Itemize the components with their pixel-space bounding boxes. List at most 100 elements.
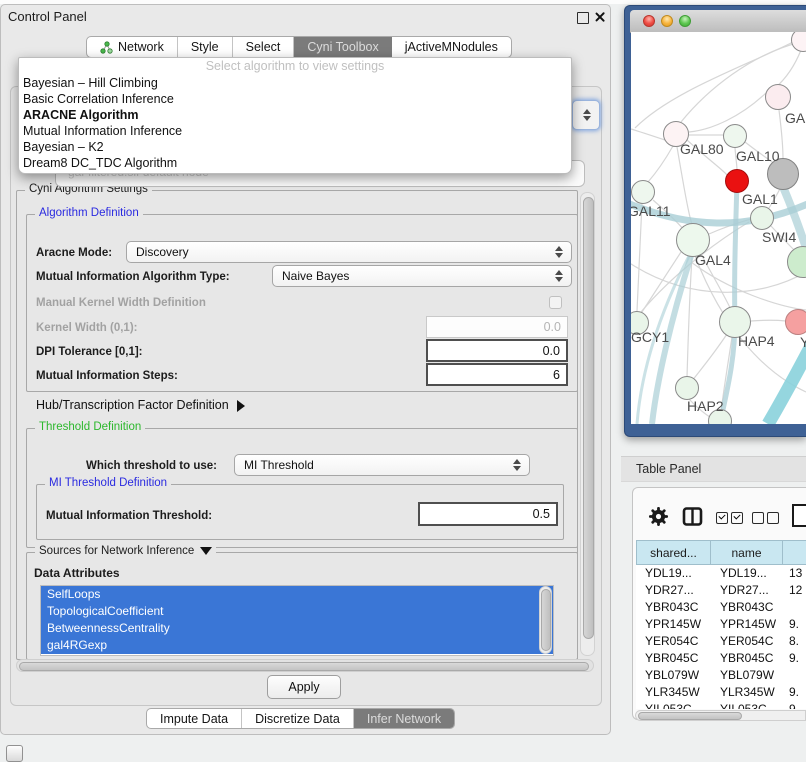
which-threshold-value: MI Threshold (244, 458, 314, 472)
tab-cyni-toolbox[interactable]: Cyni Toolbox (294, 37, 391, 57)
which-threshold-select[interactable]: MI Threshold (234, 454, 530, 476)
attributes-list-scrollbar[interactable] (539, 586, 552, 654)
document-icon-partial[interactable] (792, 504, 806, 527)
cell-shared-name: YLR345W (636, 684, 711, 701)
cell-value: 8. (783, 633, 806, 650)
checked-checkbox-icon-1[interactable] (716, 512, 728, 524)
table-row[interactable]: YBR045CYBR045C9. (636, 650, 806, 667)
algorithm-combobox-arrow-fragment[interactable] (572, 100, 600, 130)
aracne-mode-label: Aracne Mode: (36, 247, 112, 259)
node-salmon[interactable] (785, 309, 806, 335)
network-window-titlebar[interactable] (630, 10, 806, 33)
kernel-width-field[interactable] (426, 316, 568, 338)
checked-checkbox-icon-2[interactable] (731, 512, 743, 524)
mi-algorithm-type-select[interactable]: Naive Bayes (272, 265, 572, 287)
tab-infer-network[interactable]: Infer Network (354, 709, 454, 728)
node-gal11[interactable] (631, 180, 655, 204)
settings-horizontal-scrollbar[interactable] (16, 659, 594, 672)
settings-horizontal-scrollbar-thumb[interactable] (19, 662, 589, 671)
menu-item-dream8[interactable]: Dream8 DC_TDC Algorithm (19, 155, 571, 171)
tab-select[interactable]: Select (233, 37, 295, 57)
collapsed-panel-icon[interactable] (6, 745, 23, 762)
mi-steps-field[interactable] (426, 363, 568, 386)
unchecked-checkbox-icon-1[interactable] (752, 512, 764, 524)
table-horizontal-scrollbar[interactable] (635, 710, 806, 721)
tab-discretize-data[interactable]: Discretize Data (242, 709, 354, 728)
table-row[interactable]: YLR345WYLR345W9. (636, 684, 806, 701)
tab-impute-data-label: Impute Data (160, 712, 228, 726)
cell-name: YBR043C (711, 599, 783, 616)
cell-shared-name: YBR045C (636, 650, 711, 667)
cell-shared-name: YER054C (636, 633, 711, 650)
table-row[interactable]: YPR145WYPR145W9. (636, 616, 806, 633)
combo-arrows-icon (583, 109, 591, 121)
node-label-gal-partial: GAL (785, 110, 806, 126)
column-header-sharedname[interactable]: shared... (636, 540, 711, 565)
table-row[interactable]: YBR043CYBR043C (636, 599, 806, 616)
window-zoom-button[interactable] (679, 15, 691, 27)
data-attributes-label: Data Attributes (34, 566, 120, 580)
tab-jactivemnodules[interactable]: jActiveMNodules (392, 37, 511, 57)
manual-kernel-width-checkbox[interactable] (549, 296, 562, 309)
tab-impute-data[interactable]: Impute Data (147, 709, 242, 728)
tab-style[interactable]: Style (178, 37, 233, 57)
apply-button[interactable]: Apply (267, 675, 341, 699)
table-row[interactable]: YIL053CYIL053C9 (636, 701, 806, 709)
table-row[interactable]: YDL19...YDL19...13 (636, 565, 806, 582)
window-minimize-button[interactable] (661, 15, 673, 27)
settings-vertical-scrollbar-thumb[interactable] (583, 197, 594, 639)
node-label-hap2: HAP2 (687, 398, 724, 414)
node-label-gal11: GAL11 (631, 203, 671, 219)
split-columns-icon[interactable] (682, 506, 703, 527)
table-rows[interactable]: YDL19...YDL19...13 YDR27...YDR27...12 YB… (636, 565, 806, 709)
menu-item-bayesian-hill-climbing[interactable]: Bayesian – Hill Climbing (19, 75, 571, 91)
cell-name: YIL053C (711, 701, 783, 709)
algorithm-dropdown-menu: Select algorithm to view settings Bayesi… (18, 57, 572, 174)
sources-legend[interactable]: Sources for Network Inference (35, 545, 216, 557)
kernel-width-label: Kernel Width (0,1): (36, 322, 137, 334)
cell-shared-name: YBL079W (636, 667, 711, 684)
cell-name: YER054C (711, 633, 783, 650)
node-hap2[interactable] (675, 376, 699, 400)
cell-shared-name: YPR145W (636, 616, 711, 633)
table-row[interactable]: YBL079WYBL079W (636, 667, 806, 684)
mi-threshold-field[interactable] (418, 502, 558, 526)
tab-network[interactable]: Network (87, 37, 178, 57)
node-swi4[interactable] (750, 206, 774, 230)
close-icon[interactable] (594, 11, 606, 23)
window-close-button[interactable] (643, 15, 655, 27)
settings-vertical-scrollbar[interactable] (580, 192, 595, 656)
list-item-betweennesscentrality[interactable]: BetweennessCentrality (41, 620, 553, 637)
list-item-gal4rgexp[interactable]: gal4RGexp (41, 637, 553, 654)
dpi-tolerance-field[interactable] (426, 339, 568, 362)
node-gal-partial[interactable] (765, 84, 791, 110)
menu-item-bayesian-k2[interactable]: Bayesian – K2 (19, 139, 571, 155)
aracne-mode-select[interactable]: Discovery (126, 241, 572, 263)
float-window-icon[interactable] (577, 12, 589, 24)
list-item-selfloops[interactable]: SelfLoops (41, 586, 553, 603)
column-header-name[interactable]: name (711, 540, 783, 565)
table-horizontal-scrollbar-thumb[interactable] (638, 712, 742, 720)
table-row[interactable]: YDR27...YDR27...12 (636, 582, 806, 599)
network-canvas[interactable]: GAL GAL80 GAL10 GAL1 GAL11 SWI4 GAL4 GCY… (631, 32, 806, 424)
cell-shared-name: YDR27... (636, 582, 711, 599)
gear-icon[interactable] (648, 506, 669, 527)
data-attributes-list[interactable]: SelfLoops TopologicalCoefficient Between… (40, 585, 554, 656)
unchecked-checkbox-icon-2[interactable] (767, 512, 779, 524)
node-gal1-red[interactable] (725, 169, 749, 193)
node-label-y-partial: Y (800, 334, 806, 350)
menu-item-mutual-information[interactable]: Mutual Information Inference (19, 123, 571, 139)
dpi-tolerance-label: DPI Tolerance [0,1]: (36, 346, 143, 358)
list-item-topologicalcoefficient[interactable]: TopologicalCoefficient (41, 603, 553, 620)
hub-definition-toggle[interactable]: Hub/Transcription Factor Definition (36, 398, 245, 412)
table-row[interactable]: YER054CYER054C8. (636, 633, 806, 650)
manual-kernel-width-label: Manual Kernel Width Definition (36, 297, 206, 309)
column-header-partial[interactable] (783, 540, 806, 565)
application-root: Control Panel Network Style Select Cyni … (0, 0, 806, 762)
node-gal10[interactable] (723, 124, 747, 148)
threshold-definition-legend: Threshold Definition (35, 421, 145, 433)
menu-item-aracne[interactable]: ARACNE Algorithm (19, 107, 571, 123)
attributes-list-scrollbar-thumb[interactable] (541, 589, 551, 651)
mi-steps-label: Mutual Information Steps: (36, 370, 178, 382)
menu-item-basic-correlation[interactable]: Basic Correlation Inference (19, 91, 571, 107)
